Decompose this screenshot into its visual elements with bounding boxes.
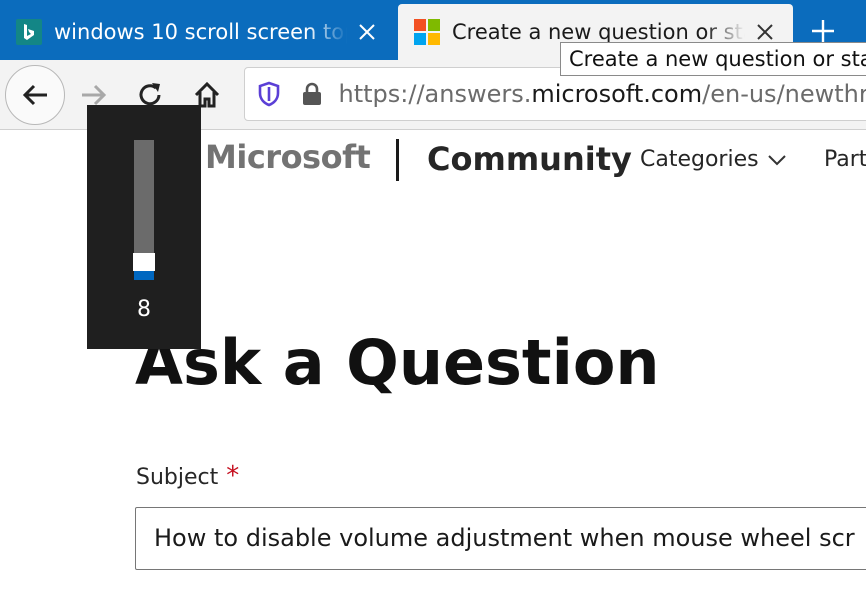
bing-icon [16,19,42,45]
url-path: /en-us/newthre [702,80,866,108]
url-scheme: https://answers. [338,80,532,108]
required-asterisk: * [226,461,240,491]
tab-tooltip: Create a new question or start [560,42,866,76]
close-tab-icon[interactable] [347,12,387,52]
subject-label: Subject * [136,461,239,491]
volume-slider-thumb[interactable] [133,253,155,271]
categories-menu[interactable]: Categories [640,147,787,172]
page-title: Ask a Question [135,326,660,399]
microsoft-logo-icon [414,19,440,45]
categories-label: Categories [640,147,759,172]
subject-label-text: Subject [136,465,219,490]
tab-title: windows 10 scroll screen top o [54,20,347,44]
chevron-down-icon [767,150,787,170]
volume-flyout: 8 [87,105,201,349]
back-arrow-icon[interactable] [5,65,65,125]
tab-title: Create a new question or start [452,20,745,44]
microsoft-wordmark[interactable]: Microsoft [205,138,371,176]
url-host: microsoft.com [531,80,703,108]
subject-input[interactable]: How to disable volume adjustment when mo… [135,507,866,570]
tracking-protection-shield-icon[interactable] [257,79,282,109]
volume-level-text: 8 [137,297,151,322]
lock-icon[interactable] [300,79,325,109]
community-link[interactable]: Community [427,140,632,178]
url-text[interactable]: https://answers.microsoft.com/en-us/newt… [339,80,866,108]
tab-bing-search[interactable]: windows 10 scroll screen top o [0,4,395,60]
nav-item-partners[interactable]: Part [824,147,866,172]
header-divider [396,139,399,181]
